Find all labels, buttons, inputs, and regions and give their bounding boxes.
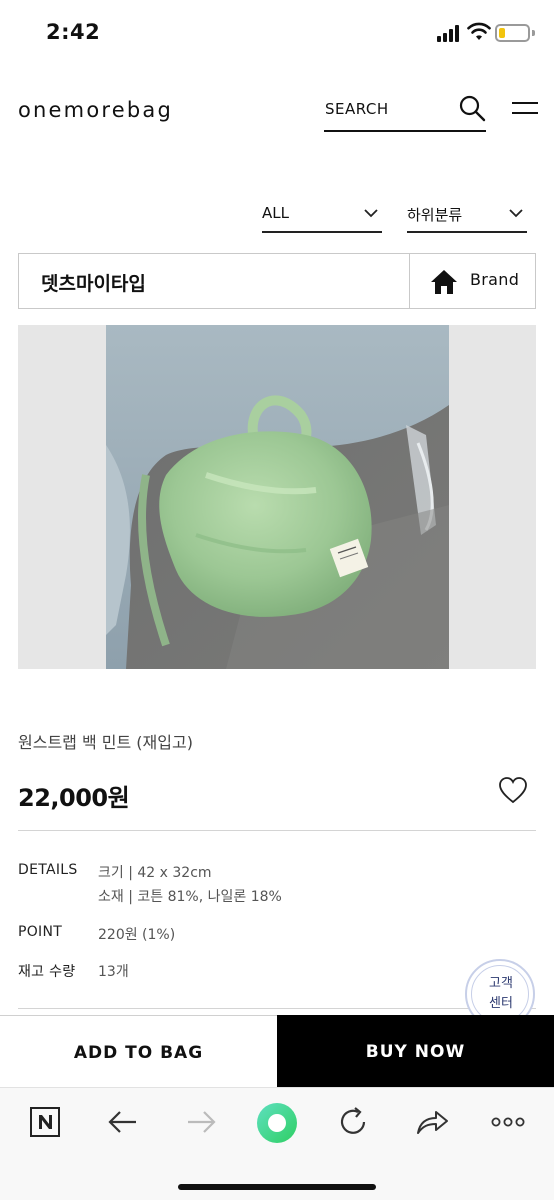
product-name: 원스트랩 백 민트 (재입고) — [18, 733, 193, 752]
home-indicator[interactable] — [178, 1184, 376, 1190]
battery-tip — [532, 30, 535, 36]
details-size: 크기 | 42 x 32cm — [98, 865, 212, 881]
browser-toolbar — [0, 1087, 554, 1200]
home-icon — [431, 270, 457, 294]
product-photo[interactable] — [106, 325, 449, 669]
stock-value: 13개 — [98, 964, 129, 980]
stock-label: 재고 수량 — [18, 964, 76, 980]
site-header: onemorebag SEARCH — [0, 80, 554, 140]
battery-icon — [495, 24, 530, 42]
product-image-container — [18, 325, 536, 669]
chevron-down-icon — [509, 209, 523, 218]
brand-button-label: Brand — [470, 270, 520, 289]
subcategory-filter-label: 하위분류 — [407, 206, 463, 224]
section-divider — [18, 1008, 536, 1009]
search-icon[interactable] — [458, 94, 486, 122]
share-icon[interactable] — [414, 1106, 450, 1138]
signal-icon — [437, 24, 461, 42]
details-material: 소재 | 코튼 81%, 나일론 18% — [98, 889, 282, 905]
point-label: POINT — [18, 924, 63, 940]
category-filter-label: ALL — [262, 204, 289, 222]
customer-service-line2: 센터 — [489, 996, 513, 1011]
site-logo[interactable]: onemorebag — [18, 98, 173, 122]
buy-now-label: BUY NOW — [365, 1042, 466, 1062]
buy-now-button[interactable]: BUY NOW — [277, 1015, 554, 1087]
more-dots-icon[interactable] — [490, 1106, 526, 1138]
subcategory-filter-select[interactable]: 하위분류 — [407, 196, 527, 233]
green-home-circle-icon[interactable] — [256, 1102, 298, 1144]
details-label: DETAILS — [18, 862, 78, 878]
brand-box: 뎃츠마이타입 Brand — [18, 253, 536, 309]
brand-home-button[interactable]: Brand — [410, 254, 536, 308]
status-time: 2:42 — [46, 20, 101, 44]
filter-bar: ALL 하위분류 — [0, 196, 554, 236]
customer-service-line1: 고객 — [489, 976, 513, 991]
category-filter-select[interactable]: ALL — [262, 196, 382, 233]
reload-icon[interactable] — [336, 1106, 372, 1138]
chevron-down-icon — [364, 209, 378, 218]
back-arrow-icon[interactable] — [106, 1106, 142, 1138]
status-bar: 2:42 — [0, 0, 554, 66]
brand-name: 뎃츠마이타입 — [41, 273, 146, 295]
purchase-action-bar: ADD TO BAG BUY NOW — [0, 1015, 554, 1087]
forward-arrow-icon[interactable] — [182, 1106, 218, 1138]
add-to-bag-button[interactable]: ADD TO BAG — [0, 1015, 277, 1087]
heart-icon[interactable] — [498, 776, 528, 804]
hamburger-menu-icon[interactable] — [512, 100, 538, 118]
search-field[interactable]: SEARCH — [324, 92, 486, 132]
naver-n-icon[interactable] — [28, 1106, 64, 1138]
point-value: 220원 (1%) — [98, 927, 176, 943]
product-price: 22,000원 — [18, 784, 130, 812]
section-divider — [18, 830, 536, 831]
search-label: SEARCH — [325, 100, 389, 118]
wifi-icon — [467, 22, 491, 40]
add-to-bag-label: ADD TO BAG — [73, 1043, 204, 1063]
